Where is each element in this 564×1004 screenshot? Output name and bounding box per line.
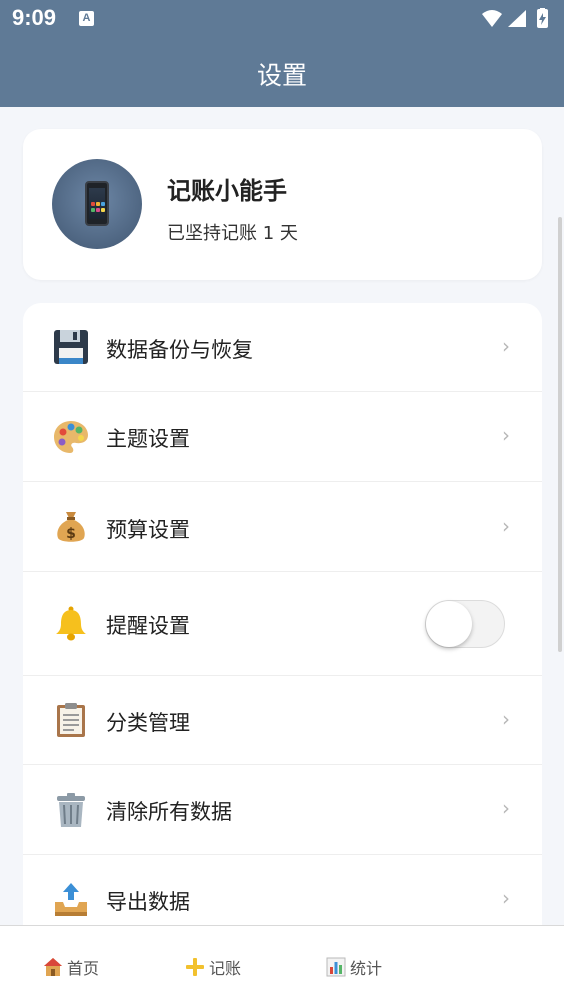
chevron-right-icon: › bbox=[502, 423, 510, 447]
scrollbar[interactable] bbox=[558, 217, 562, 652]
notification-a-icon: A bbox=[79, 11, 94, 26]
status-time: 9:09 bbox=[12, 5, 57, 30]
trash-can-icon bbox=[57, 793, 85, 827]
nav-stats-label: 统计 bbox=[350, 959, 383, 978]
chevron-right-icon: › bbox=[502, 886, 510, 910]
menu-item-label: 清除所有数据 bbox=[106, 800, 232, 824]
menu-item-category-management[interactable]: 分类管理 › bbox=[23, 676, 542, 765]
profile-name: 记账小能手 bbox=[167, 177, 287, 205]
status-bar: 9:09 A bbox=[0, 0, 564, 38]
bell-icon bbox=[56, 606, 86, 641]
bar-chart-icon bbox=[326, 957, 346, 977]
page-title: 设置 bbox=[256, 61, 307, 90]
menu-item-budget[interactable]: $ 预算设置 › bbox=[23, 482, 542, 572]
menu-item-backup-restore[interactable]: 数据备份与恢复 › bbox=[23, 303, 542, 392]
system-icons bbox=[480, 8, 554, 30]
menu-item-theme[interactable]: 主题设置 › bbox=[23, 392, 542, 482]
nav-home[interactable]: 首页 bbox=[43, 956, 99, 978]
chevron-right-icon: › bbox=[502, 514, 510, 538]
chevron-right-icon: › bbox=[502, 334, 510, 358]
chevron-right-icon: › bbox=[502, 796, 510, 820]
wifi-icon bbox=[482, 10, 502, 27]
profile-streak: 已坚持记账 1 天 bbox=[167, 223, 298, 244]
phone-icon bbox=[85, 181, 109, 226]
clipboard-icon bbox=[57, 703, 85, 737]
plus-icon bbox=[186, 958, 204, 976]
floppy-disk-icon bbox=[54, 330, 88, 364]
menu-item-export-data[interactable]: 导出数据 › bbox=[23, 855, 542, 925]
menu-item-clear-data[interactable]: 清除所有数据 › bbox=[23, 765, 542, 855]
palette-icon bbox=[54, 421, 88, 453]
profile-card[interactable]: 记账小能手 已坚持记账 1 天 bbox=[23, 129, 542, 280]
nav-add-record[interactable]: 记账 bbox=[185, 956, 241, 978]
app-bar: 设置 bbox=[0, 38, 564, 107]
nav-home-label: 首页 bbox=[67, 959, 100, 978]
menu-item-label: 预算设置 bbox=[106, 518, 190, 542]
money-bag-icon: $ bbox=[57, 512, 85, 542]
chevron-right-icon: › bbox=[502, 707, 510, 731]
bottom-nav: 首页 记账 统计 bbox=[0, 925, 564, 1004]
menu-item-label: 主题设置 bbox=[106, 427, 190, 451]
nav-statistics[interactable]: 统计 bbox=[326, 956, 382, 978]
settings-menu: 数据备份与恢复 › 主题设置 › $ 预算设置 › 提醒设置 分类管理 › 清除… bbox=[23, 303, 542, 925]
nav-add-label: 记账 bbox=[209, 959, 242, 978]
svg-text:$: $ bbox=[66, 526, 76, 542]
settings-content[interactable]: 记账小能手 已坚持记账 1 天 数据备份与恢复 › 主题设置 › $ 预算设置 … bbox=[0, 107, 564, 925]
avatar bbox=[52, 159, 142, 249]
menu-item-label: 提醒设置 bbox=[106, 614, 190, 638]
house-icon bbox=[44, 958, 62, 976]
signal-icon bbox=[508, 10, 526, 27]
menu-item-reminder[interactable]: 提醒设置 bbox=[23, 572, 542, 676]
menu-item-label: 分类管理 bbox=[106, 711, 190, 735]
menu-item-label: 导出数据 bbox=[106, 890, 190, 914]
menu-item-label: 数据备份与恢复 bbox=[106, 338, 253, 362]
outbox-tray-icon bbox=[55, 883, 87, 916]
toggle-knob bbox=[426, 601, 472, 647]
reminder-toggle[interactable] bbox=[425, 600, 505, 648]
